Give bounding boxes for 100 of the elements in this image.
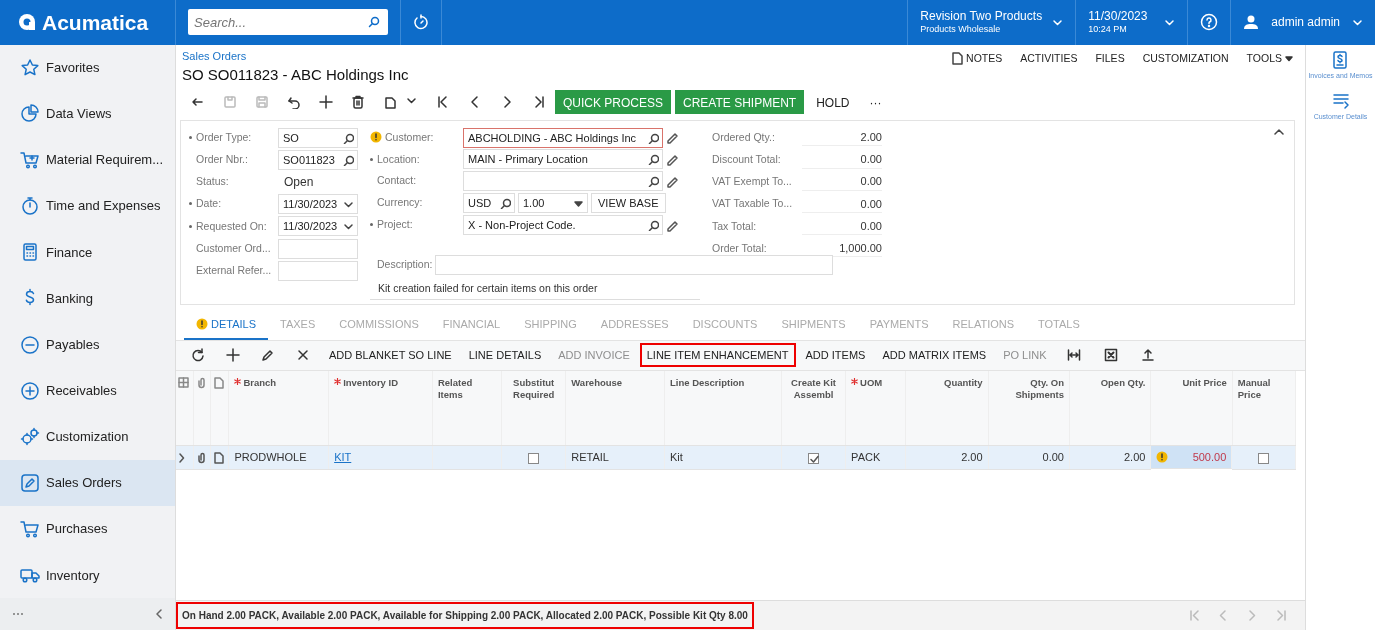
column-header[interactable]: Branch xyxy=(243,376,277,388)
column-header[interactable]: Substitut Required xyxy=(501,370,566,446)
toolbar-button[interactable]: ADD BLANKET SO LINE xyxy=(322,343,459,368)
lookup-field[interactable]: SO xyxy=(278,127,358,148)
sidebar-item[interactable]: Payables xyxy=(0,321,175,368)
column-header[interactable]: Line Description xyxy=(664,370,782,446)
delete-icon[interactable] xyxy=(296,348,310,363)
lookup-field[interactable]: X - Non-Project Code. xyxy=(463,215,663,236)
collapse-icon[interactable] xyxy=(155,609,163,620)
toolbar-button[interactable]: LINE ITEM ENHANCEMENT xyxy=(639,343,796,368)
column-header[interactable]: Quantity xyxy=(905,370,989,446)
checkbox[interactable] xyxy=(808,452,820,464)
action-button[interactable]: HOLD xyxy=(808,89,858,114)
description-field[interactable] xyxy=(435,254,834,275)
sidebar-item[interactable]: Material Requirem... xyxy=(0,136,175,184)
column-header[interactable]: UOM xyxy=(860,376,883,388)
toolbar-link[interactable]: CUSTOMIZATION xyxy=(1142,50,1229,67)
sidebar-item[interactable]: Favorites xyxy=(0,44,175,91)
lookup-field[interactable]: ABCHOLDING - ABC Holdings Inc xyxy=(463,127,663,148)
search-field[interactable]: Search... xyxy=(188,9,388,36)
undo-icon[interactable] xyxy=(287,94,301,109)
user-name[interactable]: admin admin xyxy=(1271,13,1340,32)
lookup-field[interactable] xyxy=(463,171,663,192)
search-icon[interactable] xyxy=(500,198,511,210)
caret-icon[interactable] xyxy=(573,198,584,210)
refresh-icon[interactable] xyxy=(191,348,205,363)
toolbar-link[interactable]: FILES xyxy=(1095,50,1125,67)
lookup-field[interactable]: MAIN - Primary Location xyxy=(463,149,663,170)
edit-icon[interactable] xyxy=(666,174,679,188)
edit-icon[interactable] xyxy=(666,218,679,232)
sidebar-item[interactable]: Finance xyxy=(0,229,175,276)
item-link[interactable]: KIT xyxy=(334,451,352,464)
collapse-icon[interactable] xyxy=(1274,128,1284,135)
attachment-icon[interactable] xyxy=(195,377,207,390)
column-header[interactable]: Manual Price xyxy=(1232,370,1296,446)
plus-icon[interactable] xyxy=(226,348,240,363)
upload-icon[interactable] xyxy=(1140,348,1155,363)
view-base-button[interactable]: VIEW BASE xyxy=(591,193,666,214)
sidebar-item[interactable]: Time and Expenses xyxy=(0,183,175,230)
sidebar-item[interactable]: Inventory xyxy=(0,552,175,599)
expand-icon[interactable] xyxy=(178,453,185,464)
text-field[interactable] xyxy=(278,238,358,259)
date-field[interactable]: 11/30/2023 xyxy=(278,216,358,237)
invoice-icon[interactable] xyxy=(1331,50,1350,69)
more-icon[interactable] xyxy=(12,611,24,618)
fit-width-icon[interactable] xyxy=(1066,348,1081,363)
columns-icon[interactable] xyxy=(178,377,189,390)
tab[interactable]: DETAILS xyxy=(184,309,269,340)
toolbar-button[interactable]: ADD MATRIX ITEMS xyxy=(875,343,994,368)
toolbar-link[interactable]: NOTES xyxy=(951,50,1003,67)
more-button[interactable]: ··· xyxy=(861,89,890,114)
search-icon[interactable] xyxy=(368,16,380,29)
checkbox[interactable] xyxy=(528,452,540,464)
toolbar-link[interactable]: ACTIVITIES xyxy=(1020,50,1078,67)
search-icon[interactable] xyxy=(343,132,354,144)
toolbar-button[interactable]: ADD ITEMS xyxy=(798,343,873,368)
column-header[interactable]: Qty. On Shipments xyxy=(988,370,1070,446)
trash-icon[interactable] xyxy=(351,94,365,109)
column-header[interactable]: Unit Price xyxy=(1150,370,1233,446)
first-icon[interactable] xyxy=(436,94,450,109)
lookup-field[interactable]: SO011823 xyxy=(278,149,358,170)
column-header[interactable]: Open Qty. xyxy=(1069,370,1151,446)
edit-icon[interactable] xyxy=(261,348,275,363)
copy-icon[interactable] xyxy=(383,94,397,109)
column-header[interactable]: Inventory ID xyxy=(343,376,399,388)
help-icon[interactable] xyxy=(1200,13,1219,32)
currency-field[interactable]: USD xyxy=(463,193,515,214)
text-field[interactable] xyxy=(278,260,358,281)
plus-icon[interactable] xyxy=(319,94,333,109)
sidebar-item[interactable]: Data Views xyxy=(0,90,175,137)
column-header[interactable]: Create Kit Assembl xyxy=(781,370,846,446)
search-icon[interactable] xyxy=(648,176,659,188)
sidebar-item[interactable]: Purchases xyxy=(0,506,175,553)
column-header[interactable]: Related Items xyxy=(432,370,502,446)
search-icon[interactable] xyxy=(343,154,354,166)
toolbar-link[interactable]: TOOLS xyxy=(1246,50,1293,67)
attachment-icon[interactable] xyxy=(195,452,207,465)
action-button[interactable]: CREATE SHIPMENT xyxy=(675,89,805,114)
search-icon[interactable] xyxy=(648,154,659,166)
date-field[interactable]: 11/30/2023 xyxy=(278,194,358,215)
toolbar-button[interactable]: LINE DETAILS xyxy=(461,343,549,368)
history-icon[interactable] xyxy=(413,14,429,31)
list-icon[interactable] xyxy=(1331,92,1350,111)
search-icon[interactable] xyxy=(648,132,659,144)
checkbox[interactable] xyxy=(1258,452,1270,464)
sidebar-item[interactable]: Receivables xyxy=(0,367,175,414)
note-icon[interactable] xyxy=(213,377,225,390)
search-icon[interactable] xyxy=(648,220,659,232)
action-button[interactable]: QUICK PROCESS xyxy=(555,89,672,114)
column-header[interactable]: Warehouse xyxy=(565,370,665,446)
edit-icon[interactable] xyxy=(666,152,679,166)
note-icon[interactable] xyxy=(213,452,225,465)
edit-icon[interactable] xyxy=(666,131,679,145)
sidebar-item[interactable]: Banking xyxy=(0,275,175,322)
rate-field[interactable]: 1.00 xyxy=(518,193,588,214)
excel-icon[interactable] xyxy=(1103,348,1118,363)
breadcrumb-link[interactable]: Sales Orders xyxy=(182,47,247,65)
sidebar-item[interactable]: Sales Orders xyxy=(0,459,175,507)
sidebar-item[interactable]: Customization xyxy=(0,413,175,460)
last-icon[interactable] xyxy=(532,94,546,109)
